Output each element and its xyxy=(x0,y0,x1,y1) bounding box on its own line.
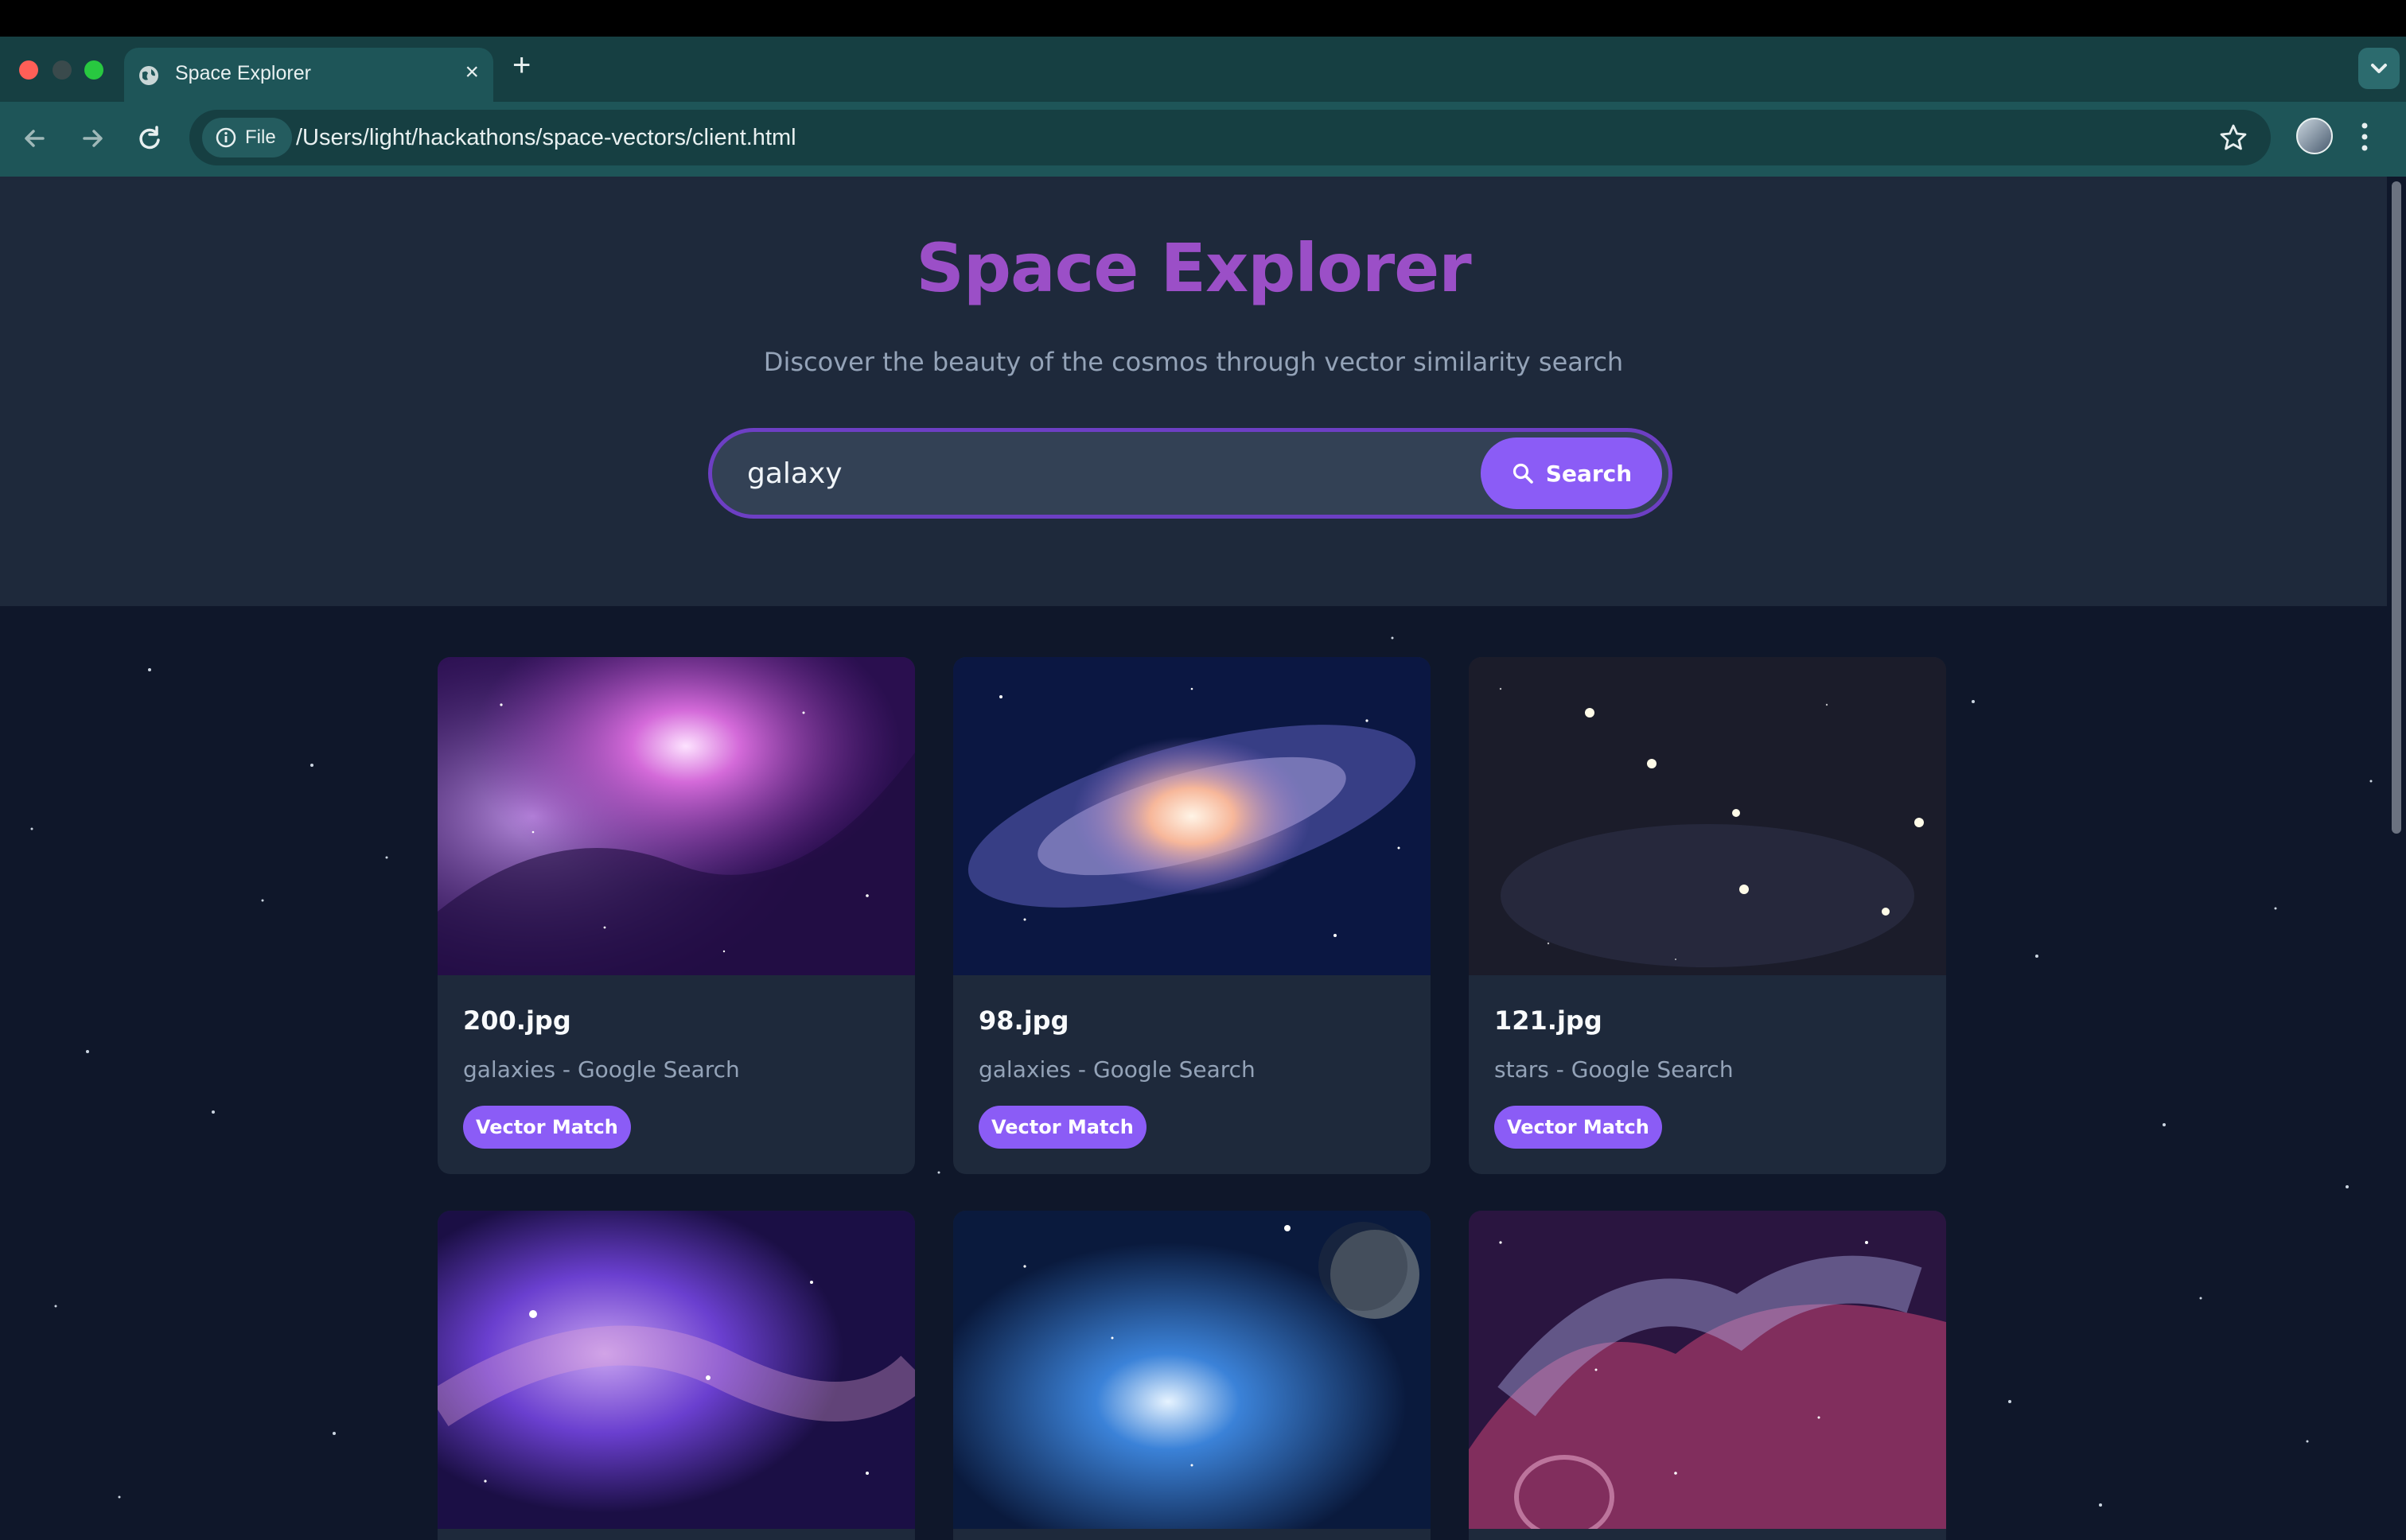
info-icon xyxy=(216,127,236,148)
tab-strip: Space Explorer × + xyxy=(0,37,2406,102)
result-source: galaxies - Google Search xyxy=(979,1056,1256,1083)
page-title: Space Explorer xyxy=(916,229,1471,307)
result-card[interactable] xyxy=(438,1211,915,1540)
scrollbar-thumb[interactable] xyxy=(2392,181,2401,834)
hero-section: Space Explorer Discover the beauty of th… xyxy=(0,177,2387,606)
back-arrow-icon[interactable] xyxy=(18,121,53,156)
search-input[interactable] xyxy=(747,451,1415,496)
more-menu-icon[interactable] xyxy=(2360,119,2369,154)
reload-icon[interactable] xyxy=(132,121,167,156)
result-filename: 121.jpg xyxy=(1494,1005,1602,1036)
tab-space-explorer[interactable]: Space Explorer × xyxy=(124,48,493,102)
globe-icon xyxy=(139,66,158,85)
site-info-chip[interactable]: File xyxy=(202,118,292,158)
result-card[interactable]: 98.jpg galaxies - Google Search Vector M… xyxy=(953,657,1431,1174)
tab-title: Space Explorer xyxy=(175,62,311,84)
window-zoom-button[interactable] xyxy=(84,60,103,80)
file-chip-label: File xyxy=(245,126,276,148)
result-card[interactable]: 121.jpg stars - Google Search Vector Mat… xyxy=(1469,657,1946,1174)
result-card[interactable]: 200.jpg galaxies - Google Search Vector … xyxy=(438,657,915,1174)
new-tab-button[interactable]: + xyxy=(512,49,531,81)
vector-match-badge: Vector Match xyxy=(979,1106,1147,1149)
result-card[interactable] xyxy=(1469,1211,1946,1540)
tab-close-icon[interactable]: × xyxy=(465,59,479,86)
result-image xyxy=(1469,657,1946,975)
forward-arrow-icon[interactable] xyxy=(75,121,110,156)
result-source: stars - Google Search xyxy=(1494,1056,1734,1083)
vector-match-badge: Vector Match xyxy=(1494,1106,1662,1149)
window-close-button[interactable] xyxy=(19,60,38,80)
search-icon xyxy=(1513,463,1533,484)
profile-avatar[interactable] xyxy=(2296,118,2333,154)
result-image xyxy=(953,1211,1431,1529)
browser-chrome: Space Explorer × + File /Users/light/hac… xyxy=(0,37,2406,177)
page-subtitle: Discover the beauty of the cosmos throug… xyxy=(763,347,1624,377)
page-content: Space Explorer Discover the beauty of th… xyxy=(0,177,2387,1540)
search-bar: Search xyxy=(708,428,1672,519)
page-scrollbar[interactable] xyxy=(2387,177,2406,1540)
browser-toolbar: File /Users/light/hackathons/space-vecto… xyxy=(0,102,2406,177)
window-minimize-button[interactable] xyxy=(53,60,72,80)
result-image xyxy=(438,1211,915,1529)
search-button-label: Search xyxy=(1545,460,1633,487)
result-image xyxy=(953,657,1431,975)
result-card[interactable] xyxy=(953,1211,1431,1540)
result-source: galaxies - Google Search xyxy=(463,1056,740,1083)
address-bar[interactable]: File /Users/light/hackathons/space-vecto… xyxy=(189,110,2271,165)
result-image xyxy=(1469,1211,1946,1529)
url-text[interactable]: /Users/light/hackathons/space-vectors/cl… xyxy=(296,125,796,151)
os-menu-bar xyxy=(0,0,2406,37)
tab-search-button[interactable] xyxy=(2358,48,2400,89)
result-filename: 200.jpg xyxy=(463,1005,571,1036)
vector-match-badge: Vector Match xyxy=(463,1106,631,1149)
search-button[interactable]: Search xyxy=(1481,438,1662,509)
result-filename: 98.jpg xyxy=(979,1005,1069,1036)
chevron-down-icon xyxy=(2371,64,2387,73)
result-image xyxy=(438,657,915,975)
bookmark-star-icon[interactable] xyxy=(2218,122,2248,153)
